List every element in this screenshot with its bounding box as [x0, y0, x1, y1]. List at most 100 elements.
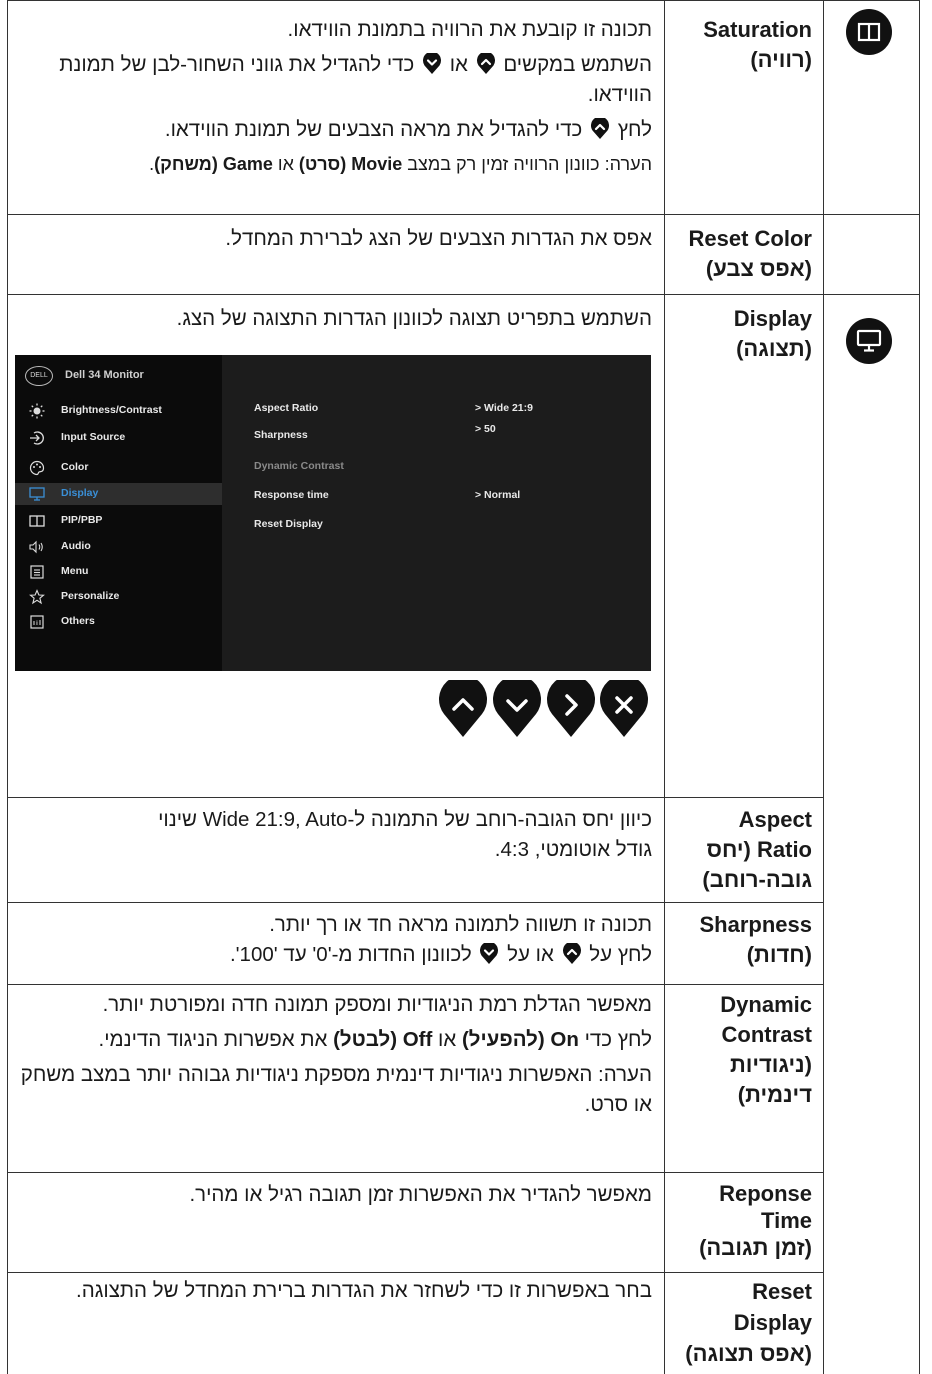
display-category-icon — [846, 318, 892, 364]
row-divider — [7, 984, 824, 985]
osd-menu-item-color[interactable]: Color — [15, 457, 222, 479]
dynamic-contrast-name-line1: Dynamic — [720, 992, 812, 1017]
osd-option-reset-display[interactable]: Reset Display — [254, 518, 323, 530]
down-button-icon[interactable] — [491, 680, 543, 738]
close-button-icon[interactable] — [598, 680, 650, 738]
table-border-name — [823, 0, 824, 1374]
input-source-icon — [29, 430, 45, 446]
osd-menu-item-brightness-contrast[interactable]: Brightness/Contrast — [15, 400, 222, 422]
reset-display-name-line1: Reset — [752, 1279, 812, 1304]
row-divider — [7, 1272, 824, 1273]
dynamic-contrast-text1: מאפשר הגדלת רמת הניגודיות ומספק תמונה חד… — [102, 993, 652, 1016]
table-border-mid — [664, 0, 665, 1374]
osd-option-value: > 50 — [475, 423, 496, 435]
row-divider — [7, 797, 824, 798]
osd-menu-item-label: Input Source — [61, 431, 126, 443]
saturation-line1: תכונה זו קובעת את הרוויה בתמונת הווידאו. — [287, 18, 652, 41]
response-time-name-line1: Reponse — [719, 1181, 812, 1206]
dynamic-contrast-name-line3: (ניגודיות — [729, 1052, 812, 1077]
osd-option-response-time[interactable]: Response time — [254, 489, 329, 501]
row-divider — [7, 214, 920, 215]
osd-menu-item-pip-pbp[interactable]: PIP/PBP — [15, 510, 222, 532]
osd-menu-item-personalize[interactable]: Personalize — [15, 586, 222, 608]
osd-option-aspect-ratio[interactable]: Aspect Ratio — [254, 402, 318, 414]
saturation-description: תכונה זו קובעת את הרוויה בתמונת הווידאו.… — [12, 15, 652, 183]
display-description: השתמש בתפריט תצוגה לכוונון הגדרות התצוגה… — [12, 304, 652, 339]
sharpness-description: תכונה זו תשווה לתמונה מראה חד או רך יותר… — [12, 910, 652, 975]
brightness-icon — [29, 403, 45, 419]
aspect-ratio-text2: גודל אוטומטי, 4:3. — [494, 838, 652, 861]
osd-menu-item-others[interactable]: i Others — [15, 611, 222, 633]
dynamic-contrast-text3: הערה: האפשרות ניגודיות דינמית מספקת ניגו… — [20, 1063, 652, 1116]
row-divider — [7, 902, 824, 903]
aspect-ratio-name: Aspect Ratio (יחס גובה-רוחב) — [672, 805, 812, 895]
dynamic-contrast-description: מאפשר הגדלת רמת הניגודיות ומספק תמונה חד… — [12, 990, 652, 1125]
saturation-name-he: (רוויה) — [750, 47, 812, 72]
osd-menu-item-label: Audio — [61, 540, 91, 552]
saturation-name-en: Saturation — [703, 17, 812, 42]
aspect-ratio-name-line3: גובה-רוחב) — [702, 867, 812, 892]
reset-color-name-en: Reset Color — [688, 226, 812, 251]
saturation-line2: השתמש במקשים או כדי להגדיל את גווני השחו… — [59, 53, 652, 106]
reset-color-name-he: (אפס צבע) — [705, 256, 812, 281]
response-time-name: Reponse Time (זמן תגובה) — [672, 1180, 812, 1261]
up-button-icon[interactable] — [437, 680, 489, 738]
osd-option-value: > Normal — [475, 489, 521, 501]
color-palette-icon — [29, 460, 45, 476]
svg-text:i: i — [36, 621, 38, 627]
dynamic-contrast-text2: לחץ כדי On (להפעיל) או Off (לבטל) את אפש… — [98, 1028, 653, 1051]
up-arrow-icon — [590, 118, 610, 140]
table-border-left — [7, 0, 8, 1374]
up-arrow-icon — [476, 53, 496, 75]
osd-menu-item-input-source[interactable]: Input Source — [15, 427, 222, 449]
osd-menu-item-label: Display — [61, 487, 99, 499]
dynamic-contrast-name: Dynamic Contrast (ניגודיות דינמית) — [672, 990, 812, 1110]
reset-display-name: Reset Display (אפס תצוגה) — [672, 1276, 812, 1369]
reset-display-name-line3: (אפס תצוגה) — [685, 1341, 812, 1366]
down-arrow-icon — [479, 943, 499, 965]
response-time-name-line3: (זמן תגובה) — [699, 1235, 812, 1260]
saturation-line3: לחץ כדי להגדיל את מראה הצבעים של תמונת ה… — [164, 118, 652, 141]
aspect-ratio-name-line2: Ratio (יחס — [706, 837, 812, 862]
audio-icon — [29, 539, 45, 555]
sharpness-text2: לחץ על או על לכוונון החדות מ-'0' עד '100… — [229, 943, 652, 966]
sharpness-name-en: Sharpness — [699, 912, 813, 937]
osd-menu-item-label: Menu — [61, 565, 89, 577]
osd-menu-item-label: PIP/PBP — [61, 514, 103, 526]
up-arrow-icon — [562, 943, 582, 965]
sharpness-text1: תכונה זו תשווה לתמונה מראה חד או רך יותר… — [269, 913, 652, 936]
saturation-note: הערה: כוונון הרוויה זמין רק במצב Movie (… — [149, 154, 652, 174]
sharpness-name: Sharpness (חדות) — [672, 910, 813, 970]
osd-title: Dell 34 Monitor — [65, 369, 144, 381]
osd-menu-item-label: Brightness/Contrast — [61, 404, 162, 416]
dell-logo: DELL — [25, 366, 53, 386]
osd-option-dynamic-contrast[interactable]: Dynamic Contrast — [254, 460, 344, 472]
osd-option-value: > Wide 21:9 — [475, 402, 533, 414]
osd-menu-item-audio[interactable]: Audio — [15, 536, 222, 558]
osd-menu-item-display[interactable]: Display — [15, 483, 222, 505]
osd-option-sharpness[interactable]: Sharpness — [254, 429, 308, 441]
reset-color-name: Reset Color (אפס צבע) — [672, 224, 812, 284]
reset-display-description: בחר באפשרות זו כדי לשחזר את הגדרות ברירת… — [12, 1276, 652, 1311]
row-divider — [7, 294, 920, 295]
reset-color-text: אפס את הגדרות הצבעים של הצג לברירת המחדל… — [225, 227, 652, 250]
aspect-ratio-name-line1: Aspect — [738, 807, 812, 832]
aspect-ratio-description: כיוון יחס הגובה-רוחב של התמונה ל-Wide 21… — [12, 805, 652, 870]
star-icon — [29, 589, 45, 605]
response-time-text: מאפשר להגדיר את האפשרות זמן תגובה רגיל א… — [189, 1183, 652, 1206]
pip-pbp-category-icon — [846, 9, 892, 55]
others-icon: i — [29, 614, 45, 630]
osd-menu-item-label: Color — [61, 461, 89, 473]
osd-menu-screenshot: DELL Dell 34 Monitor Brightness/Contrast… — [15, 355, 651, 671]
display-name: Display (תצוגה) — [672, 304, 812, 364]
osd-menu-item-label: Others — [61, 615, 95, 627]
sharpness-name-he: (חדות) — [746, 942, 812, 967]
right-button-icon[interactable] — [545, 680, 597, 738]
reset-display-text: בחר באפשרות זו כדי לשחזר את הגדרות ברירת… — [76, 1279, 652, 1302]
response-time-name-line2: Time — [761, 1208, 812, 1233]
display-name-he: (תצוגה) — [736, 336, 812, 361]
osd-menu-item-menu[interactable]: Menu — [15, 561, 222, 583]
row-divider — [7, 0, 920, 1]
reset-display-name-line2: Display — [733, 1310, 812, 1335]
saturation-name: Saturation (רוויה) — [672, 15, 812, 75]
